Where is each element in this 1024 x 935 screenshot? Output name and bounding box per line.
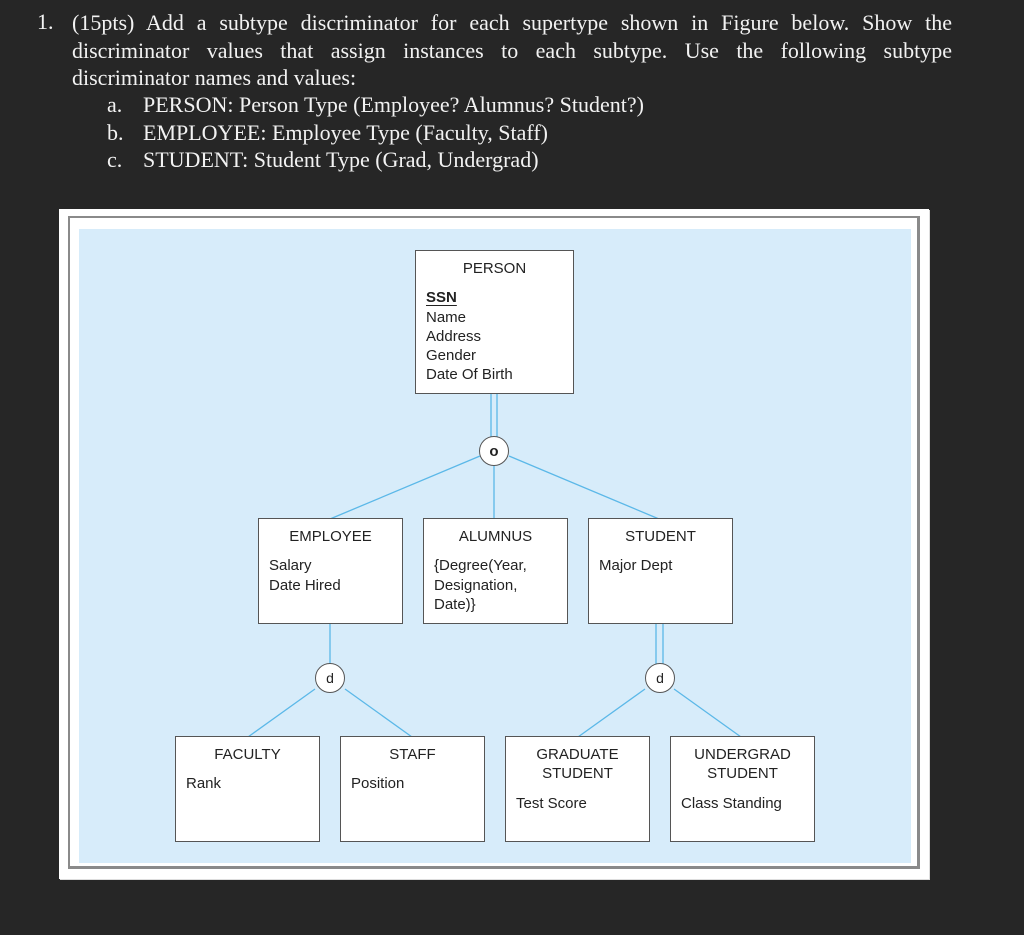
entity-name: UNDERGRAD STUDENT bbox=[671, 745, 814, 784]
question-line: discriminator names and values: bbox=[72, 65, 357, 90]
question-line: (15pts) Add a subtype discriminator for … bbox=[72, 10, 952, 35]
entity-name: FACULTY bbox=[214, 746, 281, 763]
entity-undergrad-student: UNDERGRAD STUDENT Class Standing bbox=[670, 736, 815, 842]
item-label: a. bbox=[107, 92, 123, 117]
entity-attributes: SSN Name Address Gender Date Of Birth bbox=[416, 288, 573, 384]
entity-attributes: {Degree(Year, Designation, Date)} bbox=[424, 556, 567, 614]
entity-name-line: STUDENT bbox=[707, 765, 778, 783]
entity-attributes: Salary Date Hired bbox=[259, 556, 402, 595]
item-text: EMPLOYEE: Employee Type (Faculty, Staff) bbox=[143, 119, 548, 145]
entity-graduate-student: GRADUATE STUDENT Test Score bbox=[505, 736, 650, 842]
attribute: Position bbox=[351, 775, 405, 793]
attribute: Address bbox=[426, 327, 482, 345]
attribute: Test Score bbox=[516, 794, 587, 812]
attribute: Salary bbox=[269, 557, 312, 575]
entity-attributes: Rank bbox=[176, 774, 319, 793]
entity-alumnus: ALUMNUS {Degree(Year, Designation, Date)… bbox=[423, 518, 568, 624]
entity-attributes: Major Dept bbox=[589, 556, 732, 575]
item-text: STUDENT: Student Type (Grad, Undergrad) bbox=[143, 147, 539, 172]
entity-name: ALUMNUS bbox=[458, 528, 533, 545]
attribute: Date Hired bbox=[269, 576, 341, 594]
entity-name: EMPLOYEE bbox=[289, 528, 372, 545]
attribute: Date Of Birth bbox=[426, 366, 513, 384]
question-items: a. PERSON: Person Type (Employee? Alumnu… bbox=[107, 91, 644, 174]
question-item-c: c. STUDENT: Student Type (Grad, Undergra… bbox=[107, 146, 644, 174]
attribute: {Degree(Year, bbox=[434, 557, 527, 575]
attribute: Date)} bbox=[434, 595, 476, 613]
item-label: b. bbox=[107, 119, 124, 145]
question-item-b: b. EMPLOYEE: Employee Type (Faculty, Sta… bbox=[107, 119, 644, 147]
entity-student: STUDENT Major Dept bbox=[588, 518, 733, 624]
entity-name: STUDENT bbox=[625, 528, 696, 545]
entity-staff: STAFF Position bbox=[340, 736, 485, 842]
entity-name: GRADUATE STUDENT bbox=[506, 745, 649, 784]
entity-name: PERSON bbox=[462, 260, 527, 277]
entity-attributes: Position bbox=[341, 774, 484, 793]
entity-attributes: Class Standing bbox=[671, 794, 814, 813]
primary-key-attribute: SSN bbox=[426, 289, 457, 307]
attribute: Designation, bbox=[434, 576, 518, 594]
entity-attributes: Test Score bbox=[506, 794, 649, 813]
entity-person: PERSON SSN Name Address Gender Date Of B… bbox=[415, 250, 574, 394]
question-item-a: a. PERSON: Person Type (Employee? Alumnu… bbox=[107, 91, 644, 119]
overlap-constraint-circle: o bbox=[479, 436, 509, 466]
attribute: Gender bbox=[426, 347, 477, 365]
entity-employee: EMPLOYEE Salary Date Hired bbox=[258, 518, 403, 624]
question-number: 1. bbox=[37, 9, 54, 34]
item-text: PERSON: Person Type (Employee? Alumnus? … bbox=[143, 92, 644, 117]
entity-name: STAFF bbox=[389, 746, 436, 763]
disjoint-constraint-circle-employee: d bbox=[315, 663, 345, 693]
attribute: Rank bbox=[186, 775, 222, 793]
entity-faculty: FACULTY Rank bbox=[175, 736, 320, 842]
attribute: Major Dept bbox=[599, 557, 673, 575]
entity-name-line: UNDERGRAD bbox=[694, 746, 791, 763]
question-text: (15pts) Add a subtype discriminator for … bbox=[72, 9, 952, 92]
disjoint-constraint-circle-student: d bbox=[645, 663, 675, 693]
item-label: c. bbox=[107, 147, 123, 172]
entity-name-line: STUDENT bbox=[542, 765, 613, 783]
entity-name-line: GRADUATE bbox=[536, 746, 619, 763]
attribute: Class Standing bbox=[681, 794, 782, 812]
attribute: Name bbox=[426, 308, 467, 326]
question-line: discriminator values that assign instanc… bbox=[72, 37, 952, 63]
